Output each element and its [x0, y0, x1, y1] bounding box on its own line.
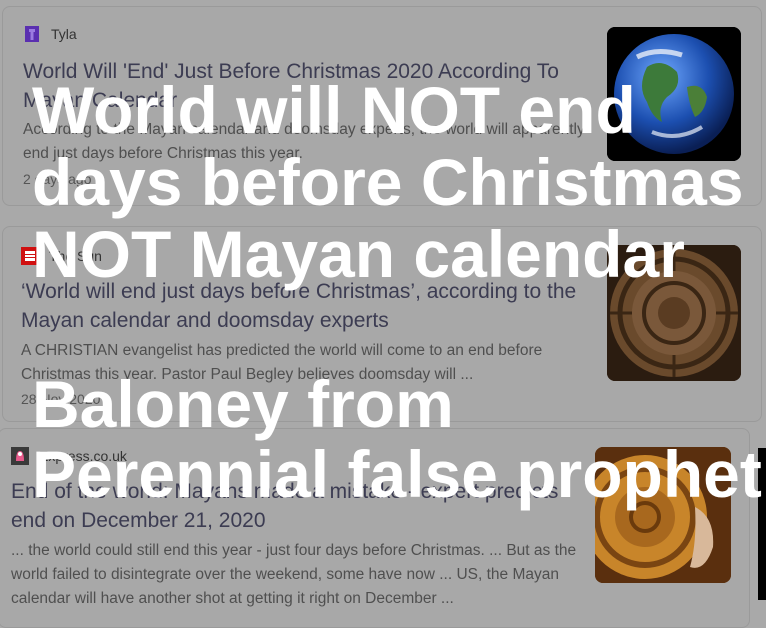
news-source: Tyla	[23, 25, 77, 43]
news-source-name: Tyla	[51, 26, 77, 42]
express-logo-icon	[11, 447, 29, 465]
news-snippet: ... the world could still end this year …	[11, 542, 577, 607]
overlay-caption-line: NOT Mayan calendar	[32, 217, 685, 291]
overlay-caption-line: days before Christmas	[32, 145, 744, 219]
tyla-logo-icon	[23, 25, 41, 43]
overlay-caption-line: World will NOT end	[32, 73, 636, 147]
overlay-caption-line: Perennial false prophet	[32, 437, 762, 511]
overlay-caption-line: Baloney from	[32, 367, 454, 441]
